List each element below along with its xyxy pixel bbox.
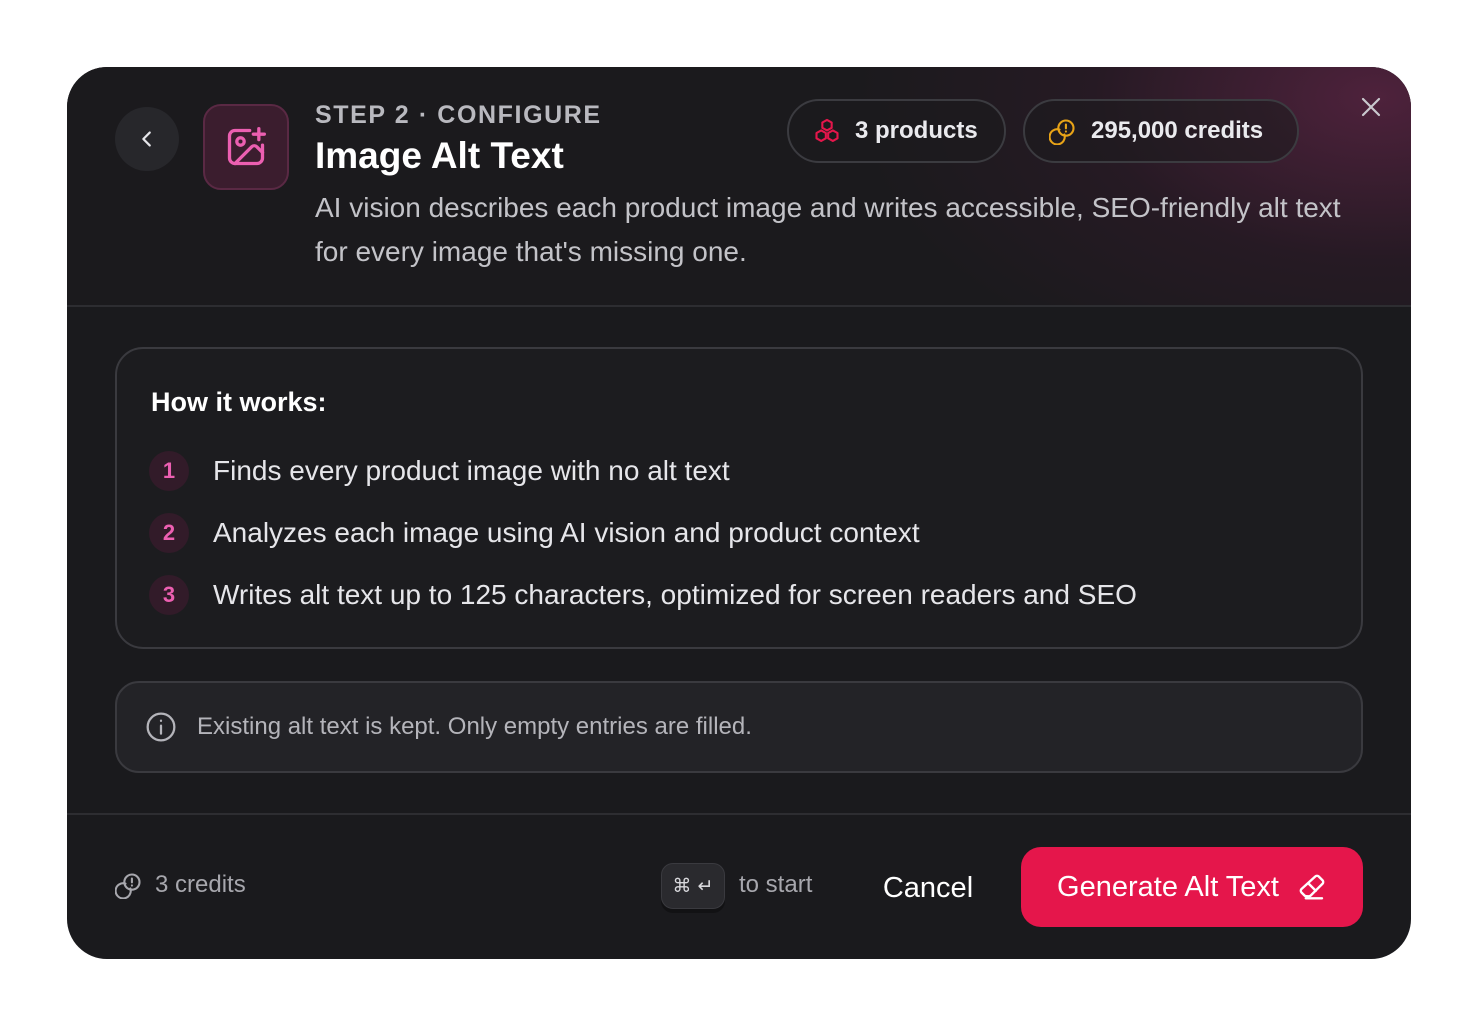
generate-alt-text-label: Generate Alt Text [1057, 870, 1279, 903]
chevron-left-icon [142, 131, 151, 147]
info-text: Existing alt text is kept. Only empty en… [197, 713, 752, 740]
step-label: STEP 2 · CONFIGURE [315, 101, 602, 129]
products-count: 3 products [855, 117, 978, 144]
close-button[interactable] [1355, 91, 1387, 123]
image-plus-icon [227, 127, 266, 166]
credit-cost: 3 credits [115, 871, 246, 899]
close-icon [1361, 97, 1381, 117]
footer-divider [67, 813, 1411, 815]
shortcut-hint: to start [739, 871, 813, 898]
credits-pill: 295,000 credits [1023, 99, 1299, 163]
modal-header: STEP 2 · CONFIGURE Image Alt Text AI vis… [67, 67, 1411, 307]
step-text: Finds every product image with no alt te… [213, 455, 730, 486]
step-number: 2 [149, 513, 189, 553]
back-button[interactable] [115, 107, 179, 171]
info-notice: Existing alt text is kept. Only empty en… [115, 681, 1363, 773]
how-it-works-card: How it works: 1 Finds every product imag… [115, 347, 1363, 649]
configure-modal: STEP 2 · CONFIGURE Image Alt Text AI vis… [67, 67, 1411, 959]
page-title: Image Alt Text [315, 135, 564, 176]
boxes-icon [815, 118, 839, 142]
enter-key-icon: ↵ [697, 875, 714, 897]
credit-cost-label: 3 credits [155, 871, 246, 898]
cancel-button[interactable]: Cancel [863, 860, 993, 916]
coins-icon [115, 873, 141, 899]
info-icon [146, 712, 176, 742]
step-text: Analyzes each image using AI vision and … [213, 517, 920, 548]
keyboard-shortcut: ⌘ ↵ [661, 863, 725, 909]
how-it-works-title: How it works: [151, 387, 327, 417]
list-item: 2 Analyzes each image using AI vision an… [149, 513, 920, 553]
page-description: AI vision describes each product image a… [315, 192, 1341, 267]
image-plus-icon-container [203, 104, 289, 190]
step-text: Writes alt text up to 125 characters, op… [213, 579, 1137, 610]
command-key-icon: ⌘ [672, 875, 692, 897]
generate-alt-text-button[interactable]: Generate Alt Text [1021, 847, 1363, 927]
products-pill: 3 products [787, 99, 1006, 163]
list-item: 1 Finds every product image with no alt … [149, 451, 730, 491]
step-number: 3 [149, 575, 189, 615]
step-number: 1 [149, 451, 189, 491]
credits-balance: 295,000 credits [1091, 117, 1264, 144]
list-item: 3 Writes alt text up to 125 characters, … [149, 575, 1137, 615]
eraser-icon [1299, 874, 1325, 900]
coins-icon [1049, 119, 1075, 145]
